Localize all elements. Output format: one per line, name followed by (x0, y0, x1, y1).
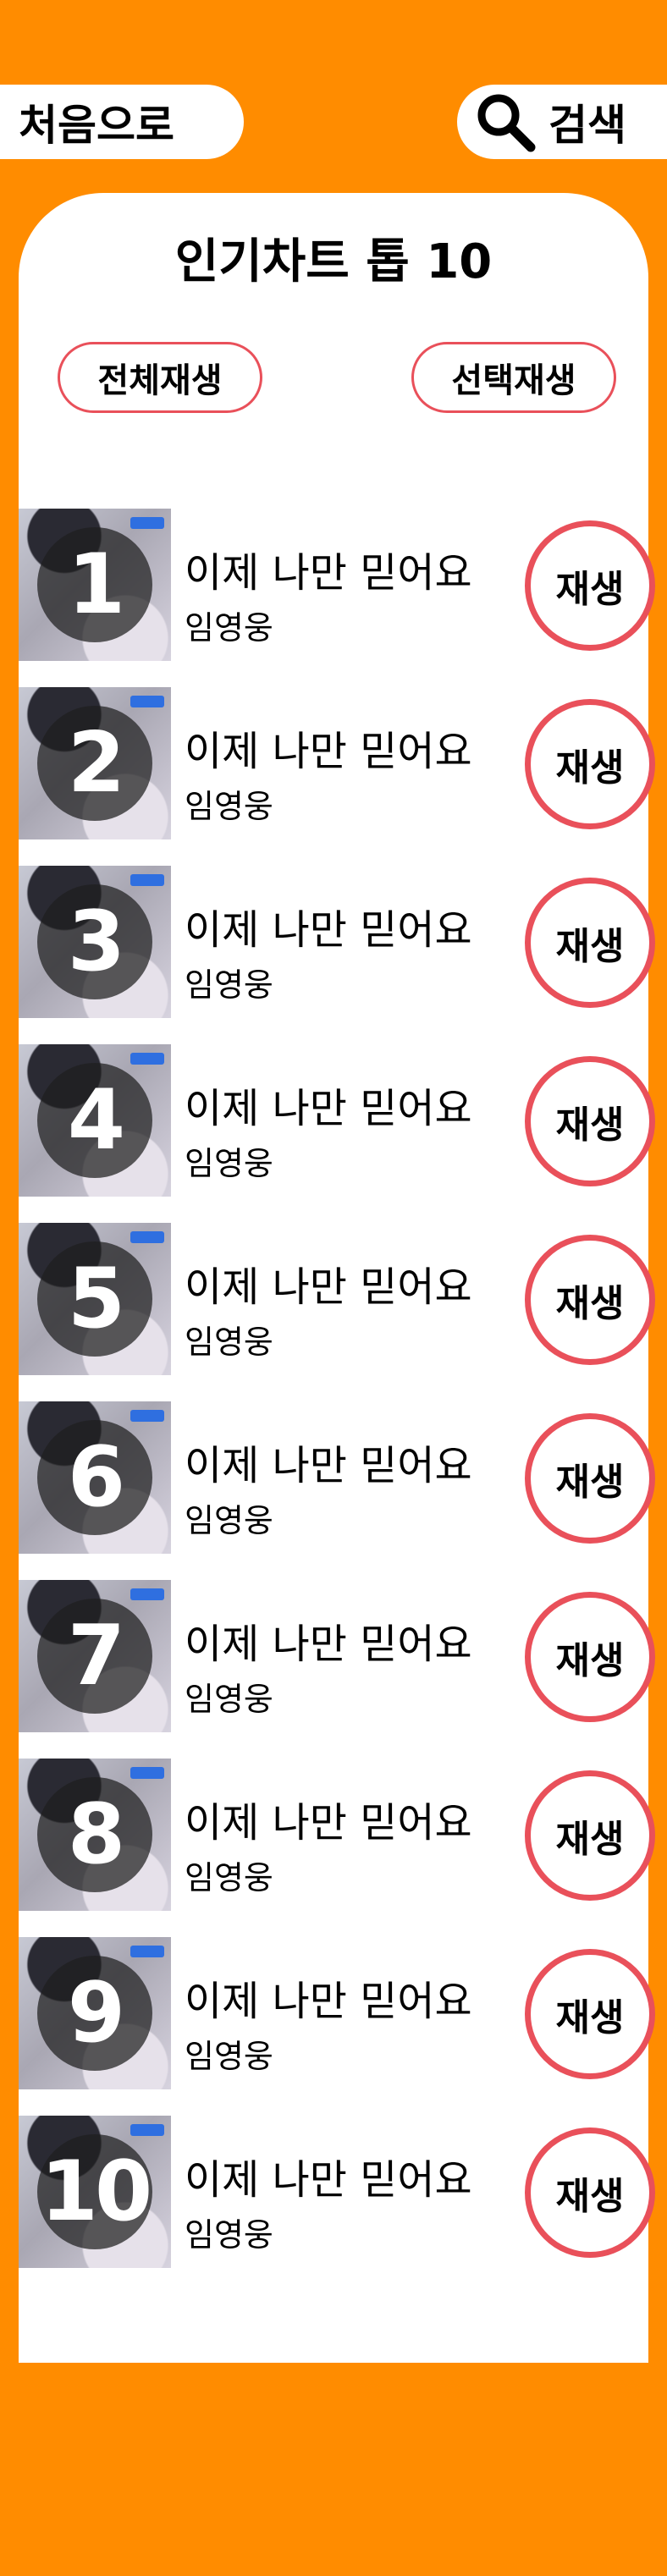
song-title: 이제 나만 믿어요 (185, 1799, 472, 1847)
chart-row[interactable]: 7 이제 나만 믿어요임영웅 재생 (19, 1580, 655, 1732)
song-artist: 임영웅 (185, 1859, 273, 1896)
rank-badge: 7 (37, 1599, 152, 1714)
play-button[interactable]: 재생 (525, 699, 655, 829)
play-button[interactable]: 재생 (525, 1592, 655, 1722)
album-cover: 1 (19, 509, 171, 661)
play-button[interactable]: 재생 (525, 1056, 655, 1186)
album-logo (130, 1410, 164, 1422)
rank-badge: 4 (37, 1063, 152, 1178)
song-title: 이제 나만 믿어요 (185, 1442, 472, 1489)
song-title: 이제 나만 믿어요 (185, 1263, 472, 1311)
play-button[interactable]: 재생 (525, 1413, 655, 1544)
song-title: 이제 나만 믿어요 (185, 1621, 472, 1668)
album-cover: 3 (19, 866, 171, 1018)
play-button[interactable]: 재생 (525, 2127, 655, 2258)
play-all-button[interactable]: 전체재생 (58, 342, 262, 413)
rank-badge: 10 (37, 2134, 152, 2249)
home-button-label: 처음으로 (19, 101, 174, 150)
song-artist: 임영웅 (185, 609, 273, 647)
rank-badge: 3 (37, 884, 152, 999)
play-button[interactable]: 재생 (525, 1949, 655, 2079)
album-logo (130, 517, 164, 529)
search-button-label: 검색 (548, 101, 626, 150)
chart-row[interactable]: 2 이제 나만 믿어요임영웅 재생 (19, 687, 655, 839)
play-selected-button[interactable]: 선택재생 (411, 342, 616, 413)
rank-badge: 6 (37, 1420, 152, 1535)
song-artist: 임영웅 (185, 1502, 273, 1539)
song-title: 이제 나만 믿어요 (185, 549, 472, 597)
song-title: 이제 나만 믿어요 (185, 728, 472, 775)
album-cover: 8 (19, 1759, 171, 1911)
chart-row[interactable]: 6 이제 나만 믿어요임영웅 재생 (19, 1401, 655, 1554)
song-title: 이제 나만 믿어요 (185, 1978, 472, 2025)
rank-badge: 1 (37, 527, 152, 642)
song-artist: 임영웅 (185, 966, 273, 1004)
song-artist: 임영웅 (185, 2216, 273, 2254)
album-cover: 7 (19, 1580, 171, 1732)
album-logo (130, 1588, 164, 1600)
search-button[interactable]: 검색 (457, 85, 667, 159)
album-cover: 6 (19, 1401, 171, 1554)
song-artist: 임영웅 (185, 1145, 273, 1182)
album-logo (130, 696, 164, 707)
song-title: 이제 나만 믿어요 (185, 2156, 472, 2204)
album-logo (130, 874, 164, 886)
album-logo (130, 1053, 164, 1065)
chart-row[interactable]: 8 이제 나만 믿어요임영웅 재생 (19, 1759, 655, 1911)
album-cover: 5 (19, 1223, 171, 1375)
page-title: 인기차트 톱 10 (174, 234, 493, 289)
rank-badge: 8 (37, 1777, 152, 1892)
album-logo (130, 1767, 164, 1779)
chart-row[interactable]: 9 이제 나만 믿어요임영웅 재생 (19, 1937, 655, 2089)
chart-row[interactable]: 10 이제 나만 믿어요임영웅 재생 (19, 2116, 655, 2268)
album-cover: 2 (19, 687, 171, 839)
chart-row[interactable]: 3 이제 나만 믿어요임영웅 재생 (19, 866, 655, 1018)
song-title: 이제 나만 믿어요 (185, 1085, 472, 1132)
chart-row[interactable]: 5 이제 나만 믿어요임영웅 재생 (19, 1223, 655, 1375)
album-logo (130, 2124, 164, 2136)
play-button[interactable]: 재생 (525, 1770, 655, 1901)
rank-badge: 9 (37, 1956, 152, 2071)
song-title: 이제 나만 믿어요 (185, 906, 472, 954)
rank-badge: 5 (37, 1241, 152, 1357)
album-logo (130, 1231, 164, 1243)
chart-panel: 인기차트 톱 10 전체재생 선택재생 1 이제 나만 믿어요 임영웅 재생 2 이제 나… (19, 193, 655, 2363)
song-artist: 임영웅 (185, 2038, 273, 2075)
rank-badge: 2 (37, 706, 152, 821)
chart-row[interactable]: 4 이제 나만 믿어요임영웅 재생 (19, 1044, 655, 1197)
song-artist: 임영웅 (185, 788, 273, 825)
album-cover: 10 (19, 2116, 171, 2268)
play-button[interactable]: 재생 (525, 520, 655, 651)
play-button[interactable]: 재생 (525, 878, 655, 1008)
search-icon (467, 85, 543, 159)
song-artist: 임영웅 (185, 1324, 273, 1361)
album-cover: 9 (19, 1937, 171, 2089)
chart-row[interactable]: 1 이제 나만 믿어요임영웅 재생 (19, 509, 655, 661)
album-logo (130, 1946, 164, 1957)
album-cover: 4 (19, 1044, 171, 1197)
play-button[interactable]: 재생 (525, 1235, 655, 1365)
home-button[interactable]: 처음으로 (0, 85, 244, 159)
song-artist: 임영웅 (185, 1681, 273, 1718)
